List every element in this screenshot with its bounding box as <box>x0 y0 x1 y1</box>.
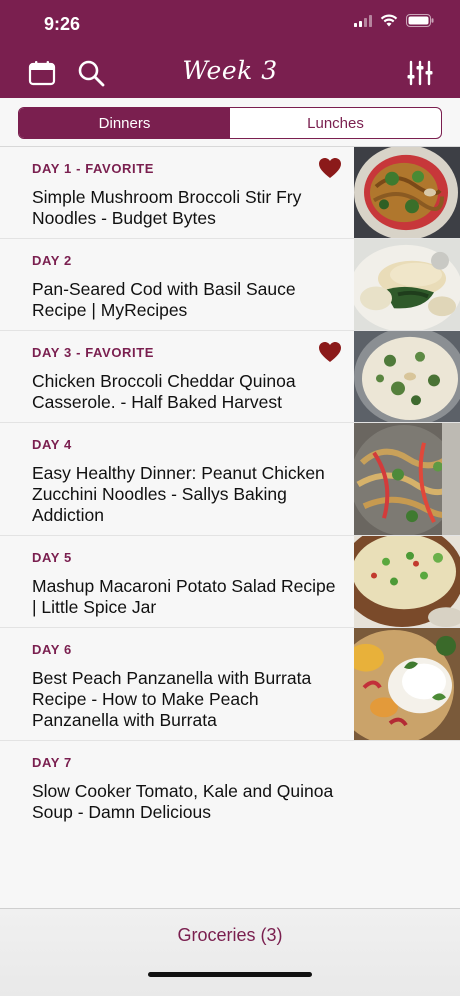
meal-title: Mashup Macaroni Potato Salad Recipe | Li… <box>32 576 336 617</box>
panzanella-photo <box>354 628 460 740</box>
status-time: 9:26 <box>44 14 81 34</box>
page-title: Week 3 <box>182 56 278 85</box>
tab-dinners[interactable]: Dinners <box>19 108 230 138</box>
favorite-heart-icon[interactable] <box>318 157 342 179</box>
meal-title: Best Peach Panzanella with Burrata Recip… <box>32 668 312 730</box>
signal-icon <box>354 14 372 27</box>
macaroni-salad-photo <box>354 536 460 627</box>
day-label: DAY 3 - FAVORITE <box>32 345 155 360</box>
wifi-icon <box>380 14 398 27</box>
tab-lunches[interactable]: Lunches <box>230 108 441 138</box>
status-icons <box>354 14 434 27</box>
casserole-photo <box>354 331 460 422</box>
meal-row-day-6[interactable]: DAY 6 Best Peach Panzanella with Burrata… <box>0 628 460 741</box>
groceries-button[interactable]: Groceries (3) <box>0 925 460 946</box>
meal-type-segmented-control: Dinners Lunches <box>18 107 442 139</box>
filter-settings-button[interactable] <box>403 58 437 88</box>
meal-row-day-5[interactable]: DAY 5 Mashup Macaroni Potato Salad Recip… <box>0 536 460 628</box>
favorite-heart-icon[interactable] <box>318 341 342 363</box>
meal-title: Slow Cooker Tomato, Kale and Quinoa Soup… <box>32 781 334 822</box>
meal-title: Pan-Seared Cod with Basil Sauce Recipe |… <box>32 279 296 320</box>
bottom-toolbar: Groceries (3) <box>0 908 460 996</box>
meal-row-day-4[interactable]: DAY 4 Easy Healthy Dinner: Peanut Chicke… <box>0 423 460 536</box>
day-label: DAY 4 <box>32 437 72 452</box>
noodles-photo <box>354 147 460 238</box>
day-label: DAY 1 - FAVORITE <box>32 161 155 176</box>
meal-list: DAY 1 - FAVORITE Simple Mushroom Broccol… <box>0 147 460 854</box>
meal-title: Chicken Broccoli Cheddar Quinoa Casserol… <box>32 371 296 412</box>
meal-title: Simple Mushroom Broccoli Stir Fry Noodle… <box>32 187 302 228</box>
day-label: DAY 7 <box>32 755 72 770</box>
meal-row-day-3[interactable]: DAY 3 - FAVORITE Chicken Broccoli Chedda… <box>0 331 460 423</box>
zucchini-noodles-photo <box>354 423 460 535</box>
meal-row-day-2[interactable]: DAY 2 Pan-Seared Cod with Basil Sauce Re… <box>0 239 460 331</box>
day-label: DAY 5 <box>32 550 72 565</box>
cod-photo <box>354 239 460 330</box>
sliders-icon <box>407 60 433 86</box>
battery-icon <box>406 14 434 27</box>
meal-row-day-7[interactable]: DAY 7 Slow Cooker Tomato, Kale and Quino… <box>0 741 460 854</box>
day-label: DAY 6 <box>32 642 72 657</box>
navigation-bar: 9:26 Week 3 <box>0 0 460 98</box>
day-label: DAY 2 <box>32 253 72 268</box>
meal-row-day-1[interactable]: DAY 1 - FAVORITE Simple Mushroom Broccol… <box>0 147 460 239</box>
home-indicator[interactable] <box>148 972 312 977</box>
meal-title: Easy Healthy Dinner: Peanut Chicken Zucc… <box>32 463 325 525</box>
